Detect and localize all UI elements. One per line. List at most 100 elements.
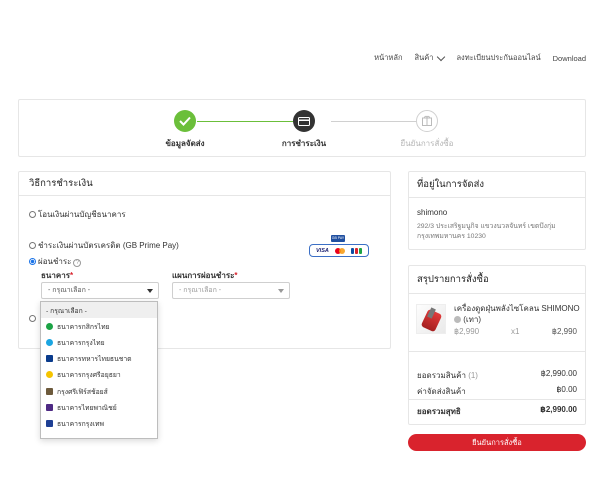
bank-field-label: ธนาคาร* [41,271,74,280]
bank-option[interactable]: ธนาคารกรุงศรีอยุธยา [41,367,157,383]
bank-dropdown-list: - กรุณาเลือก - ธนาคารกสิกรไทย ธนาคารกรุง… [40,301,158,439]
subtotal-row: ยอดรวมสินค้า (1) ฿2,990.00 [417,369,577,382]
gb-prime-pay-logo: GB PAY [331,235,345,242]
subtotal-value: ฿2,990.00 [540,369,577,378]
bank-label-text: ธนาคาร [41,271,70,280]
bank-option[interactable]: ธนาคารทหารไทยธนชาต [41,351,157,367]
product-name[interactable]: เครื่องดูดฝุ่นพลังไซโคลน SHIMONO (เทา) [454,303,582,325]
radio-installment[interactable] [29,258,36,265]
installment-plan-select[interactable]: - กรุณาเลือก - [172,282,290,299]
nav-products-label: สินค้า [414,53,434,62]
kasikorn-logo-icon [46,322,53,330]
scb-logo-icon [46,403,53,411]
bank-option-label: กรุงศรีเฟิร์สช้อยส์ [57,388,108,396]
color-swatch-icon [454,316,461,323]
bank-option-label: ธนาคารทหารไทยธนชาต [57,356,132,364]
bank-option-label: ธนาคารไทยพาณิชย์ [57,404,117,412]
order-summary-card: สรุปรายการสั่งซื้อ เครื่องดูดฝุ่นพลังไซโ… [408,265,586,425]
option-bank-transfer[interactable]: โอนเงินผ่านบัญชีธนาคาร [29,208,126,221]
address-line-2: กรุงเทพมหานคร 10230 [417,233,486,240]
shipping-fee-value: ฿0.00 [556,385,577,394]
confirm-order-button[interactable]: ยืนยันการสั่งซื้อ [408,434,586,451]
visa-logo: VISA [316,247,329,254]
help-icon[interactable]: ? [73,259,82,267]
net-total-label: ยอดรวมสุทธิ [417,407,461,416]
bank-option[interactable]: ธนาคารกรุงไทย [41,334,157,350]
step-shipping-label: ข้อมูลจัดส่ง [165,139,205,148]
top-nav: หน้าหลัก สินค้า ลงทะเบียนประกันออนไลน์ D… [374,52,586,64]
option-credit-card[interactable]: ชำระเงินผ่านบัตรเครดิต (GB Prime Pay) [29,239,179,252]
nav-home[interactable]: หน้าหลัก [374,52,402,64]
product-variant: (เทา) [463,315,482,324]
bank-option[interactable]: ธนาคารไทยพาณิชย์ [41,399,157,415]
bank-select[interactable]: - กรุณาเลือก - [41,282,159,299]
nav-download[interactable]: Download [553,54,586,63]
step-confirm: ยืนยันการสั่งซื้อ [382,110,472,150]
shipping-fee-row: ค่าจัดส่งสินค้า ฿0.00 [417,385,577,398]
unit-price: ฿2,990 [454,327,480,336]
plan-field-label: แผนการผ่อนชำระ* [172,271,238,280]
option-installment-label: ผ่อนชำระ [38,257,72,266]
bank-option[interactable]: กรุงศรีเฟิร์สช้อยส์ [41,383,157,399]
net-total-value: ฿2,990.00 [540,405,577,414]
step-confirm-label: ยืนยันการสั่งซื้อ [400,139,454,148]
divider [409,399,585,400]
step-payment-label: การชำระเงิน [281,139,327,148]
divider [409,351,585,352]
radio-bank-transfer[interactable] [29,211,36,218]
krungsri-logo-icon [46,371,53,379]
bangkok-bank-logo-icon [46,419,53,427]
bank-option[interactable]: ธนาคารกรุงเทพ [41,415,157,431]
bank-option-label: ธนาคารกรุงไทย [57,339,105,347]
check-icon [174,110,196,132]
line-total: ฿2,990 [551,327,577,336]
jcb-logo [350,247,362,254]
caret-down-icon [278,289,284,293]
product-thumbnail[interactable] [416,304,446,334]
order-summary-title: สรุปรายการสั่งซื้อ [409,266,585,294]
box-icon [416,110,438,132]
radio-credit-card[interactable] [29,242,36,249]
step-payment: การชำระเงิน [259,110,349,150]
bank-option[interactable]: ธนาคารกสิกรไทย [41,318,157,334]
bank-option-label: ธนาคารกรุงศรีอยุธยา [57,372,121,380]
nav-products[interactable]: สินค้า [414,52,446,64]
ttb-logo-icon [46,355,53,363]
card-brands: GB PAY VISA [309,235,369,259]
krungthai-logo-icon [46,338,53,346]
nav-download-label: Download [552,53,586,63]
subtotal-count: (1) [468,371,478,380]
recipient-name: shimono [417,208,448,217]
step-shipping: ข้อมูลจัดส่ง [140,110,230,150]
bank-option[interactable]: - กรุณาเลือก - [41,302,157,319]
first-choice-logo-icon [46,387,53,395]
nav-warranty[interactable]: ลงทะเบียนประกันออนไลน์ [456,52,540,64]
plan-select-value: - กรุณาเลือก - [179,287,222,294]
plan-label-text: แผนการผ่อนชำระ [172,271,235,280]
radio-partial[interactable] [29,315,36,322]
card-brand-strip: VISA [309,244,369,257]
payment-method-title: วิธีการชำระเงิน [19,172,390,196]
shipping-address-title: ที่อยู่ในการจัดส่ง [409,172,585,198]
chevron-down-icon [437,52,446,61]
quantity: x1 [511,327,520,336]
option-hidden-radio[interactable] [29,314,38,323]
caret-down-icon [147,289,153,293]
bank-option-label: - กรุณาเลือก - [46,307,87,315]
shipping-fee-label: ค่าจัดส่งสินค้า [417,387,466,396]
subtotal-label: ยอดรวมสินค้า [417,371,466,380]
mastercard-logo [334,247,345,254]
bank-select-value: - กรุณาเลือก - [48,287,91,294]
shipping-address-card: ที่อยู่ในการจัดส่ง shimono 292/3 ประเสริ… [408,171,586,250]
credit-card-icon [293,110,315,132]
nav-home-label: หน้าหลัก [374,53,403,62]
net-total-row: ยอดรวมสุทธิ ฿2,990.00 [417,405,577,418]
option-credit-card-label: ชำระเงินผ่านบัตรเครดิต (GB Prime Pay) [38,241,179,250]
option-installment[interactable]: ผ่อนชำระ? [29,255,82,268]
option-bank-transfer-label: โอนเงินผ่านบัญชีธนาคาร [38,210,126,219]
checkout-stepper: ข้อมูลจัดส่ง การชำระเงิน ยืนยันการสั่งซื… [18,99,586,157]
nav-warranty-label: ลงทะเบียนประกันออนไลน์ [456,53,541,62]
bank-option-label: ธนาคารกสิกรไทย [57,323,110,331]
product-name-text: เครื่องดูดฝุ่นพลังไซโคลน SHIMONO [454,304,580,313]
bank-option-label: ธนาคารกรุงเทพ [57,420,104,428]
